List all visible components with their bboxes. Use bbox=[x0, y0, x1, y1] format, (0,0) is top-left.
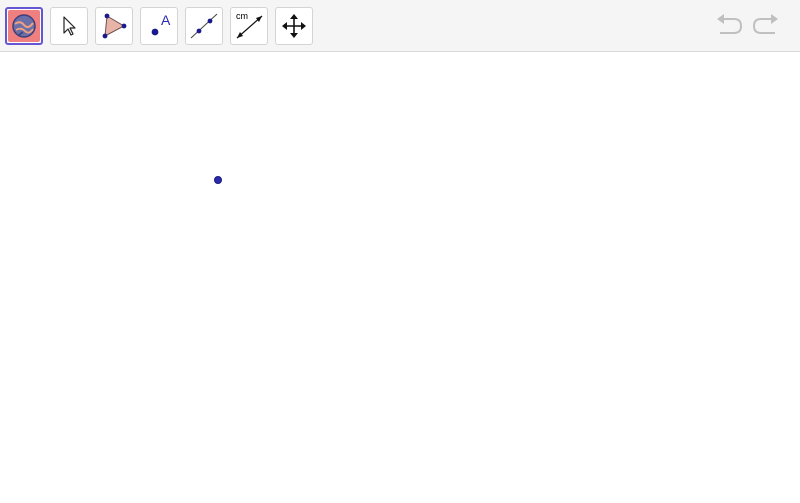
undo-icon bbox=[714, 12, 744, 43]
point-tool-button[interactable]: A bbox=[140, 7, 178, 45]
distance-measure-icon: cm bbox=[231, 8, 267, 44]
graphics-view[interactable] bbox=[0, 53, 800, 503]
triangle-icon bbox=[99, 11, 129, 41]
measure-tool-button[interactable]: cm bbox=[230, 7, 268, 45]
undo-button[interactable] bbox=[714, 13, 744, 41]
move-graphics-view-tool-button[interactable] bbox=[275, 7, 313, 45]
redo-button[interactable] bbox=[751, 13, 781, 41]
redo-icon bbox=[751, 12, 781, 43]
point-label-text: A bbox=[161, 12, 171, 28]
point-label-icon: A bbox=[141, 8, 177, 44]
line-tool-button[interactable] bbox=[185, 7, 223, 45]
globe-graph-icon bbox=[8, 10, 40, 42]
line-through-points-icon bbox=[188, 10, 220, 42]
graphing-tool-button[interactable] bbox=[5, 7, 43, 45]
arrow-cursor-icon bbox=[57, 14, 81, 38]
move-arrows-icon bbox=[281, 13, 307, 39]
toolbar: A cm bbox=[0, 0, 800, 52]
move-tool-button[interactable] bbox=[50, 7, 88, 45]
point[interactable] bbox=[214, 176, 222, 184]
polygon-tool-button[interactable] bbox=[95, 7, 133, 45]
